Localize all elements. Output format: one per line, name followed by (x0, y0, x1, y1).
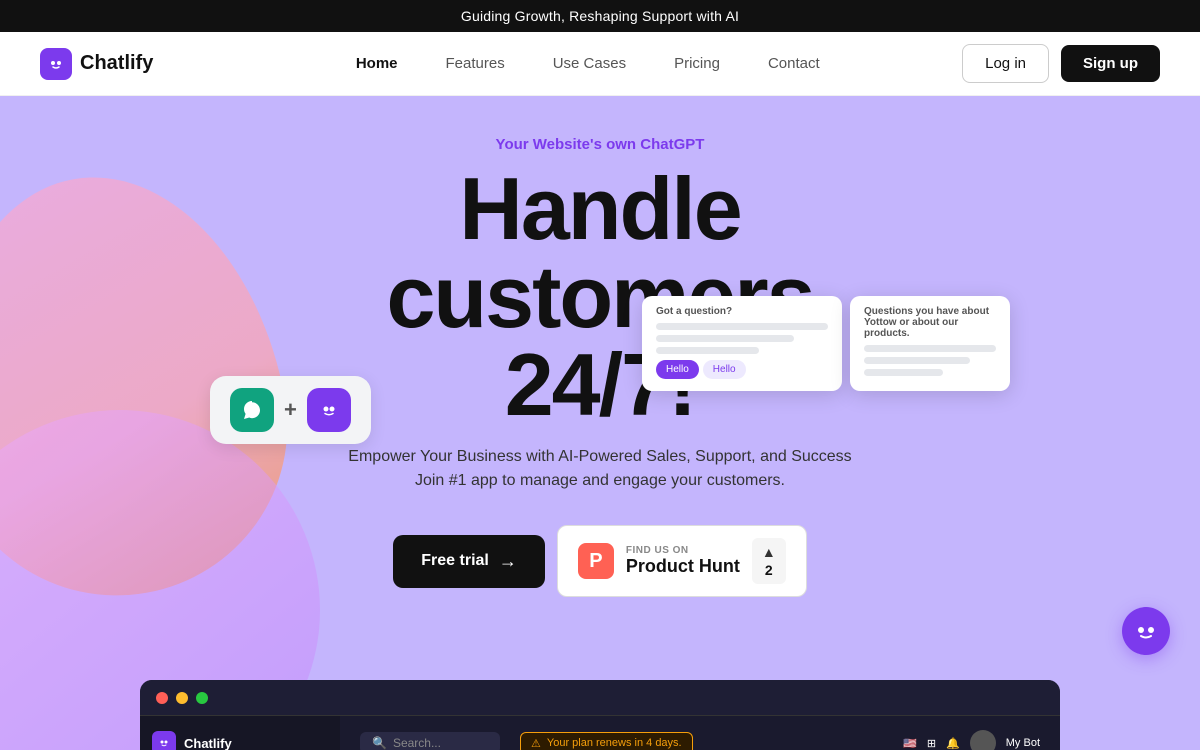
chat-line (656, 335, 794, 342)
ph-name: Product Hunt (626, 556, 740, 577)
integration-pill: + (210, 376, 371, 444)
chat-line (656, 323, 828, 330)
dashboard-logo (152, 731, 176, 750)
nav-contact[interactable]: Contact (768, 55, 820, 72)
chat-bubble-1[interactable]: Hello (656, 360, 699, 379)
ph-count: 2 (765, 562, 773, 578)
nav-actions: Log in Sign up (962, 44, 1160, 83)
nav-use-cases[interactable]: Use Cases (553, 55, 626, 72)
plus-sign: + (284, 397, 297, 423)
logo-text: Chatlify (80, 52, 153, 75)
free-trial-label: Free trial (421, 552, 489, 570)
free-trial-button[interactable]: Free trial → (393, 535, 545, 588)
chat-line (656, 347, 759, 354)
dashboard-titlebar (140, 680, 1060, 716)
cta-row: Free trial → P FIND US ON Product Hunt ▲… (348, 525, 851, 597)
logo[interactable]: Chatlify (40, 48, 153, 80)
hero-description: Empower Your Business with AI-Powered Sa… (348, 445, 851, 493)
chatgpt-icon (230, 388, 274, 432)
product-hunt-button[interactable]: P FIND US ON Product Hunt ▲ 2 (557, 525, 807, 597)
ph-upvote[interactable]: ▲ 2 (752, 538, 786, 584)
chat-line (864, 369, 943, 376)
navigation: Chatlify Home Features Use Cases Pricing… (0, 32, 1200, 96)
dashboard-brand: Chatlify (184, 736, 232, 750)
floating-chat-widget[interactable] (1122, 607, 1170, 655)
dashboard-right: 🇺🇸 ⊞ 🔔 My Bot (903, 730, 1040, 750)
hero-title-line1: Handle (459, 159, 740, 258)
chat-bubble-2[interactable]: Hello (703, 360, 746, 379)
dashboard-body: Chatlify 🔍 Search... ⚠ Your plan renews … (140, 716, 1060, 750)
chat-line (864, 345, 996, 352)
flag-icon: 🇺🇸 (903, 737, 917, 750)
grid-icon: ⊞ (927, 737, 936, 750)
nav-features[interactable]: Features (446, 55, 505, 72)
announcement-banner: Guiding Growth, Reshaping Support with A… (0, 0, 1200, 32)
banner-text: Guiding Growth, Reshaping Support with A… (461, 8, 739, 24)
nav-pricing[interactable]: Pricing (674, 55, 720, 72)
bell-icon: 🔔 (946, 737, 960, 750)
dashboard-sidebar: Chatlify (140, 716, 340, 750)
nav-links: Home Features Use Cases Pricing Contact (213, 55, 962, 72)
chat-card-1: Got a question? Hello Hello (642, 296, 842, 391)
chat-card-header: Got a question? (656, 306, 828, 317)
arrow-icon: → (499, 551, 517, 572)
user-avatar (970, 730, 996, 750)
chat-card2-header: Questions you have about Yottow or about… (864, 306, 996, 339)
chat-buttons: Hello Hello (656, 360, 828, 379)
warning-icon: ⚠ (531, 737, 541, 750)
logo-icon (40, 48, 72, 80)
bot-name: My Bot (1006, 737, 1040, 749)
hero-desc-line2: Join #1 app to manage and engage your cu… (415, 472, 785, 489)
product-hunt-text: FIND US ON Product Hunt (626, 545, 740, 577)
window-maximize-dot (196, 692, 208, 704)
hero-subtitle: Your Website's own ChatGPT (348, 136, 851, 153)
hero-section: + Got a question? Hello Hello Questions … (0, 96, 1200, 750)
search-icon: 🔍 (372, 736, 387, 750)
chat-card-2: Questions you have about Yottow or about… (850, 296, 1010, 391)
dashboard-main: 🔍 Search... ⚠ Your plan renews in 4 days… (340, 716, 1060, 750)
dashboard-preview: Chatlify 🔍 Search... ⚠ Your plan renews … (140, 680, 1060, 750)
nav-home[interactable]: Home (356, 55, 398, 72)
search-placeholder: Search... (393, 736, 441, 750)
signup-button[interactable]: Sign up (1061, 45, 1160, 82)
dashboard-search[interactable]: 🔍 Search... (360, 732, 500, 750)
product-hunt-logo: P (578, 543, 614, 579)
chat-line (864, 357, 970, 364)
window-minimize-dot (176, 692, 188, 704)
ph-find-us: FIND US ON (626, 545, 689, 556)
chat-preview: Got a question? Hello Hello Questions yo… (642, 296, 1010, 391)
dashboard-notice: ⚠ Your plan renews in 4 days. (520, 732, 693, 750)
window-close-dot (156, 692, 168, 704)
login-button[interactable]: Log in (962, 44, 1049, 83)
upvote-arrow-icon: ▲ (762, 544, 776, 560)
chatlify-icon (307, 388, 351, 432)
hero-desc-line1: Empower Your Business with AI-Powered Sa… (348, 448, 851, 465)
notice-text: Your plan renews in 4 days. (547, 737, 682, 749)
